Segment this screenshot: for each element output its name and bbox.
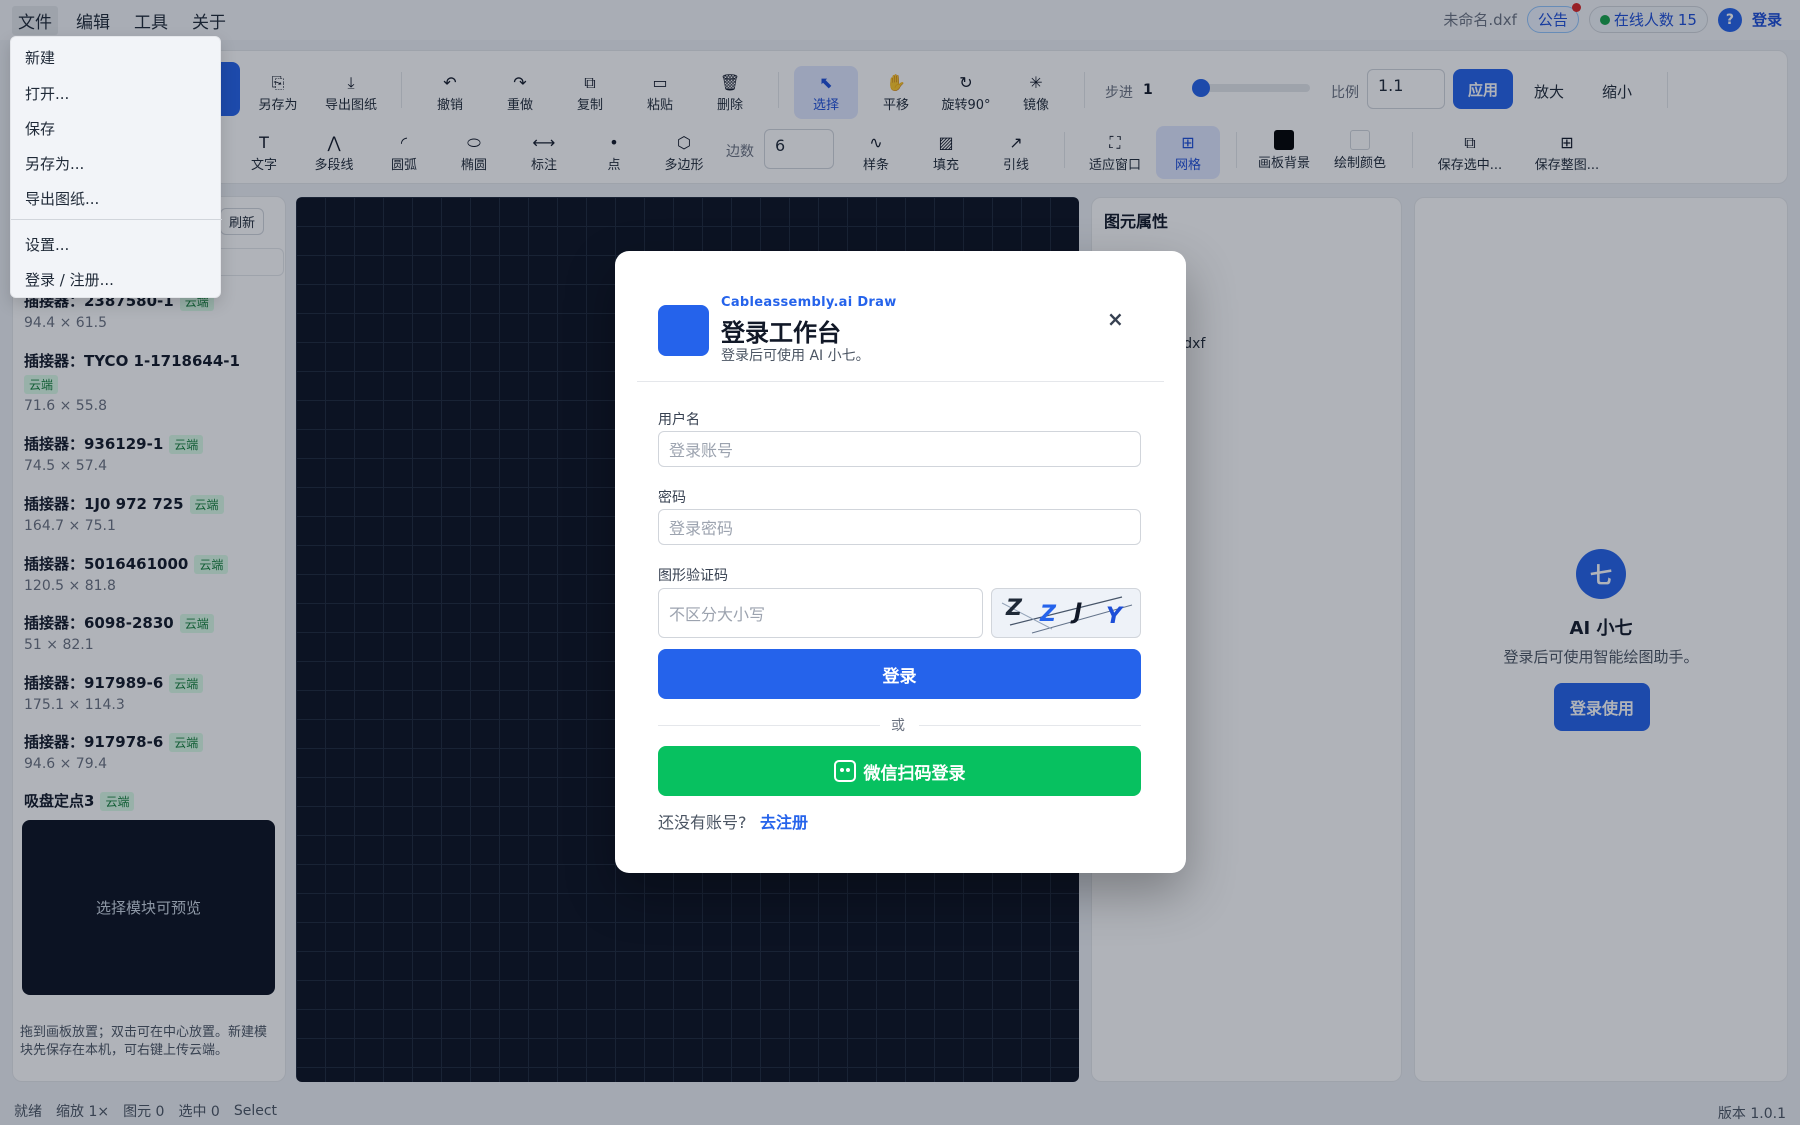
close-icon[interactable]: × (1107, 307, 1124, 331)
menu-item-export[interactable]: 导出图纸... (25, 188, 99, 209)
modal-divider (637, 381, 1164, 382)
menu-item-new[interactable]: 新建 (25, 47, 55, 68)
or-divider-left (658, 725, 880, 726)
menu-divider (11, 219, 222, 220)
username-label: 用户名 (658, 412, 700, 428)
password-placeholder: 登录密码 (669, 519, 734, 538)
modal-brand: Cableassembly.ai Draw (721, 295, 897, 310)
menu-item-settings[interactable]: 设置... (25, 234, 69, 255)
username-input[interactable]: 登录账号 (658, 431, 1141, 467)
or-label: 或 (891, 718, 905, 734)
password-input[interactable]: 登录密码 (658, 509, 1141, 545)
menu-item-login-register[interactable]: 登录 / 注册... (25, 269, 114, 290)
login-submit-button[interactable]: 登录 (658, 649, 1141, 699)
login-modal: Cableassembly.ai Draw 登录工作台 登录后可使用 AI 小七… (615, 251, 1186, 873)
captcha-image[interactable]: Z Z J Y (991, 588, 1141, 638)
captcha-char: Z (1040, 602, 1056, 627)
captcha-placeholder: 不区分大小写 (669, 605, 766, 624)
captcha-char: J (1074, 600, 1083, 625)
captcha-label: 图形验证码 (658, 568, 728, 584)
username-placeholder: 登录账号 (669, 441, 734, 460)
register-link[interactable]: 去注册 (760, 809, 808, 833)
password-label: 密码 (658, 490, 686, 506)
no-account-text: 还没有账号? (658, 813, 747, 832)
captcha-char: Y (1106, 604, 1122, 629)
modal-title: 登录工作台 (721, 319, 841, 347)
modal-subtitle: 登录后可使用 AI 小七。 (721, 348, 870, 364)
menu-item-save-as[interactable]: 另存为... (25, 153, 84, 174)
wechat-icon (833, 760, 856, 782)
wechat-login-label: 微信扫码登录 (863, 763, 966, 784)
or-divider-right (919, 725, 1141, 726)
menu-item-open[interactable]: 打开... (25, 83, 69, 104)
file-menu-dropdown: 新建 打开... 保存 另存为... 导出图纸... 设置... 登录 / 注册… (10, 36, 222, 298)
captcha-input[interactable]: 不区分大小写 (658, 588, 983, 638)
captcha-char: Z (1006, 596, 1022, 621)
menu-item-save[interactable]: 保存 (25, 118, 55, 139)
app-logo (658, 305, 709, 356)
wechat-login-button[interactable]: 微信扫码登录 (658, 746, 1141, 796)
